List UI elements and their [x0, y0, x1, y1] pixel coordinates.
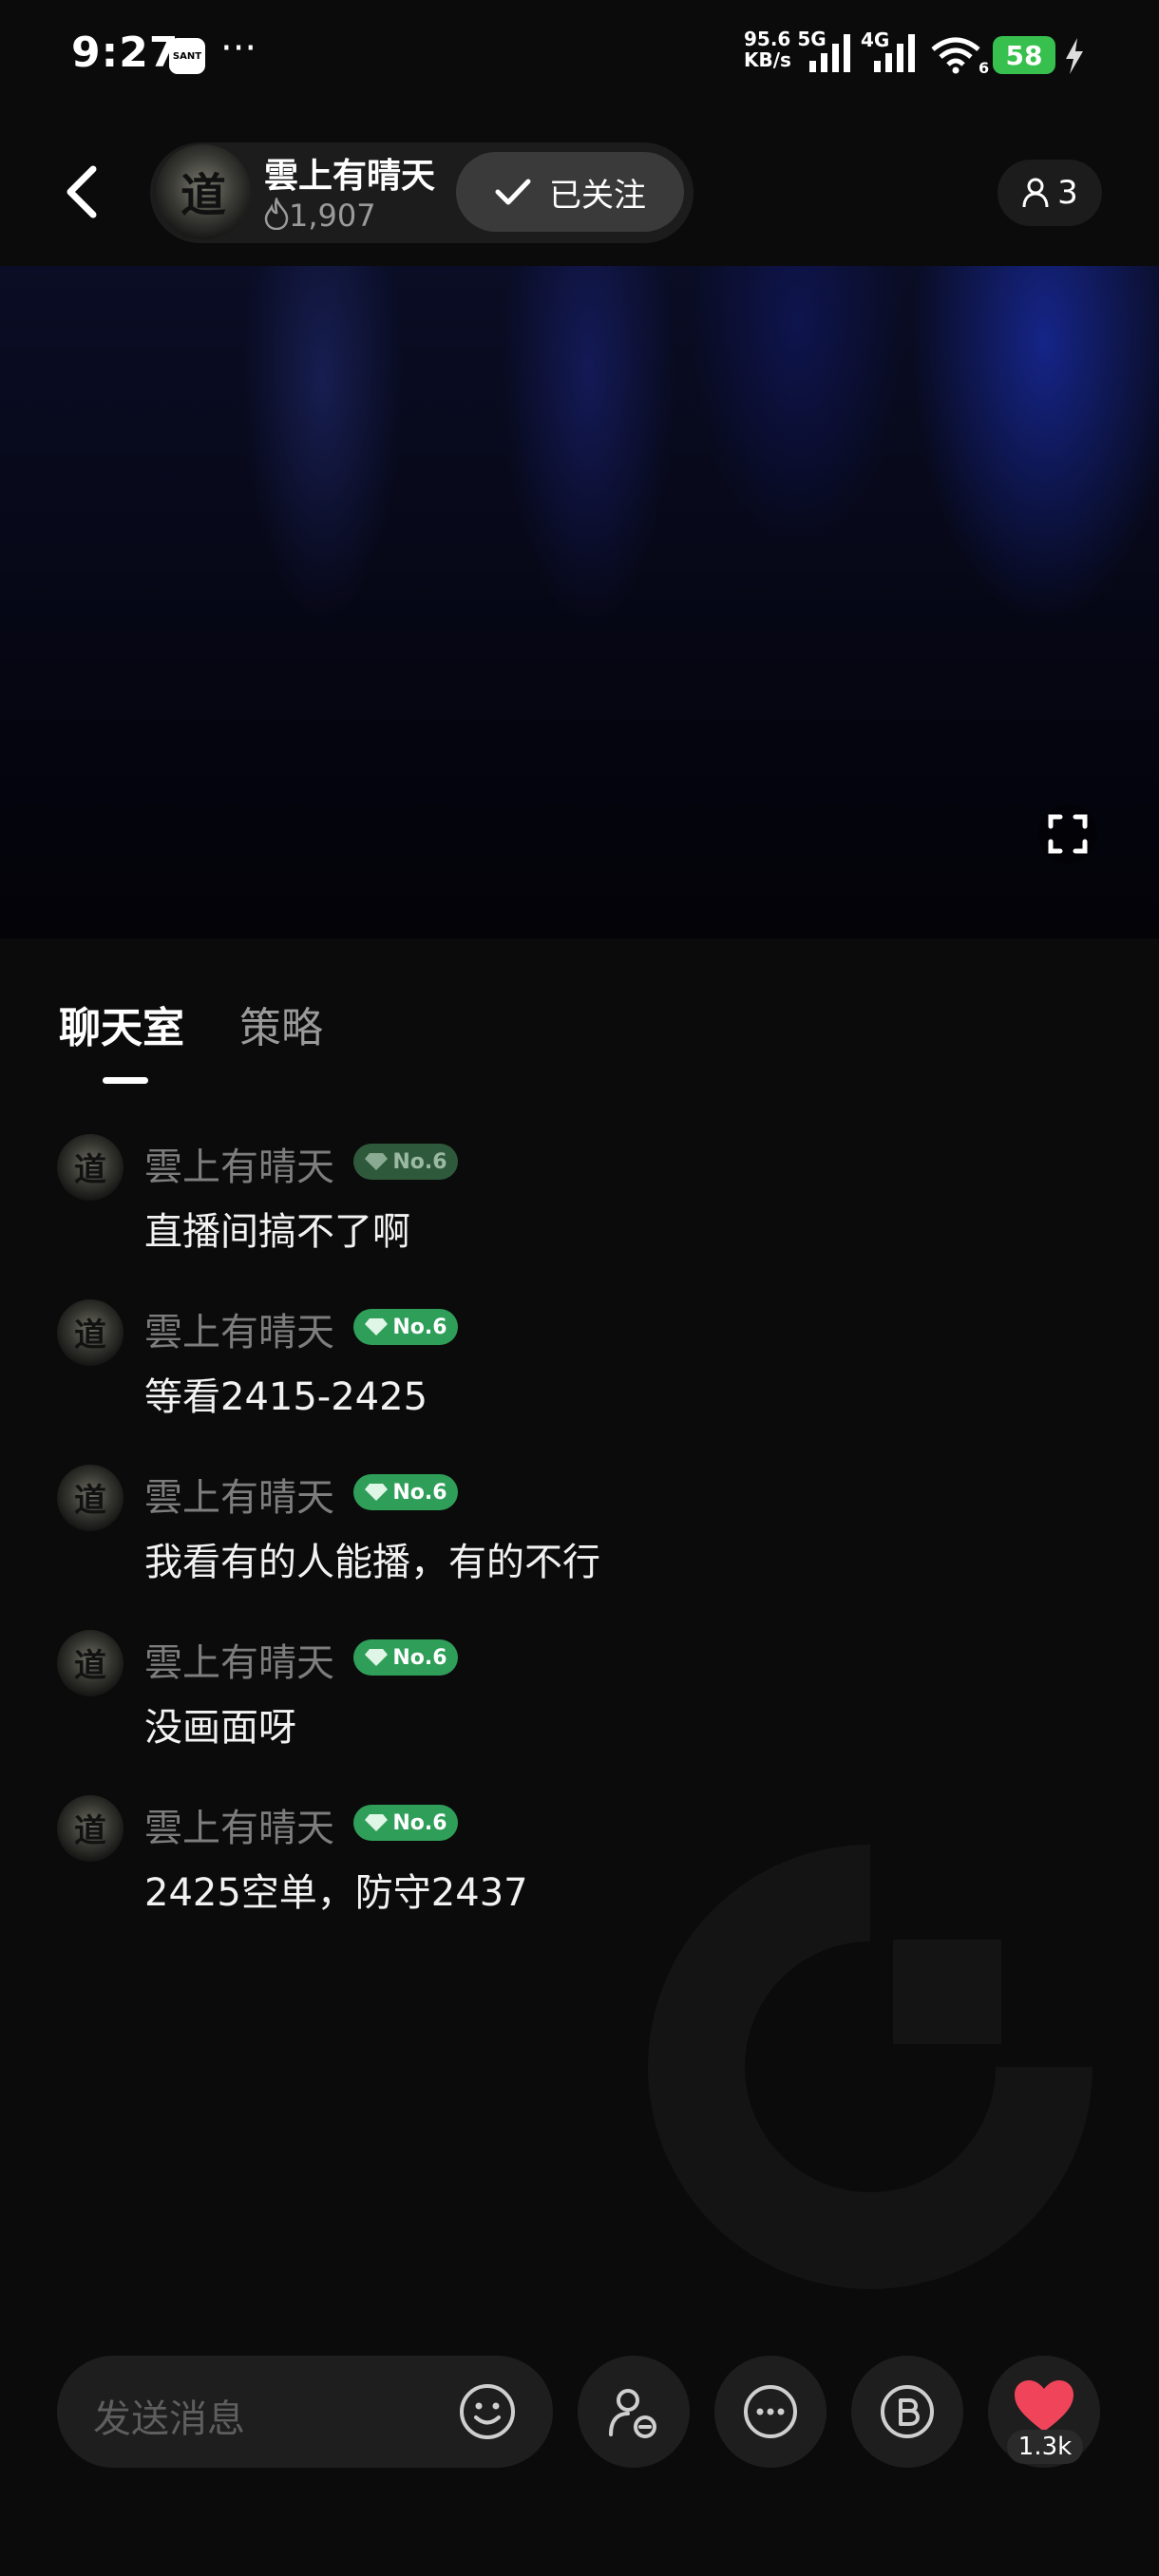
avatar-glyph: 道: [180, 169, 226, 222]
coin-button[interactable]: [851, 2356, 963, 2468]
message-text: 没画面呀: [144, 1706, 296, 1750]
watermark-logo: [648, 1845, 1092, 2289]
tab-chatroom[interactable]: 聊天室: [59, 994, 184, 1054]
more-button[interactable]: [714, 2356, 826, 2468]
message-avatar[interactable]: 道: [57, 1299, 124, 1366]
message-text: 直播间搞不了啊: [144, 1210, 410, 1254]
battery-icon: 58: [993, 36, 1055, 74]
host-name: 雲上有晴天: [264, 157, 436, 196]
level-badge: No.6: [353, 1474, 458, 1510]
level-badge: No.6: [353, 1805, 458, 1841]
heat-value: 1,907: [289, 198, 376, 234]
user-action-button[interactable]: [578, 2356, 690, 2468]
avatar-glyph: 道: [74, 1316, 106, 1354]
like-count: 1.3k: [1007, 2430, 1083, 2464]
net-speed-value: 95.6: [744, 28, 791, 50]
message-username: 雲上有晴天: [144, 1311, 334, 1354]
tab-strategy[interactable]: 策略: [239, 994, 323, 1054]
viewer-count-button[interactable]: 3: [998, 160, 1102, 226]
heart-icon: [1015, 2380, 1074, 2432]
input-placeholder: 发送消息: [93, 2397, 245, 2441]
avatar-glyph: 道: [74, 1812, 106, 1850]
message-avatar[interactable]: 道: [57, 1134, 124, 1201]
message-avatar[interactable]: 道: [57, 1795, 124, 1862]
signal-5g-icon: [809, 34, 850, 72]
message-text: 等看2415-2425: [144, 1375, 428, 1419]
person-minus-icon: [609, 2389, 656, 2438]
host-avatar[interactable]: 道: [156, 144, 251, 239]
video-player[interactable]: [0, 266, 1159, 938]
app-notification-icon: SANT: [169, 38, 205, 74]
more-notifications-icon: ···: [220, 27, 257, 70]
tab-indicator: [103, 1077, 148, 1084]
chat-message: 道 雲上有晴天 No.6 没画面呀: [57, 1626, 912, 1769]
level-label: No.6: [392, 1810, 447, 1835]
wifi-icon: [931, 37, 980, 74]
host-heat: 1,907: [264, 196, 376, 234]
diamond-icon: [365, 1814, 389, 1831]
coin-b-icon: [881, 2385, 934, 2438]
diamond-icon: [365, 1153, 389, 1170]
back-icon[interactable]: [59, 161, 106, 222]
avatar-glyph: 道: [74, 1151, 106, 1189]
message-username: 雲上有晴天: [144, 1641, 334, 1685]
message-text: 我看有的人能播，有的不行: [144, 1541, 600, 1584]
avatar-glyph: 道: [74, 1647, 106, 1685]
level-label: No.6: [392, 1315, 447, 1339]
fire-icon: [264, 196, 289, 231]
message-input[interactable]: 发送消息: [57, 2356, 553, 2468]
message-username: 雲上有晴天: [144, 1146, 334, 1189]
status-bar: 9:27 SANT ··· 95.6 5G KB/s 4G 6 58: [0, 0, 1159, 114]
viewer-count: 3: [1057, 174, 1078, 212]
level-badge: No.6: [353, 1309, 458, 1345]
diamond-icon: [365, 1484, 389, 1501]
avatar-glyph: 道: [74, 1482, 106, 1520]
chat-message: 道 雲上有晴天 No.6 直播间搞不了啊: [57, 1130, 912, 1273]
level-badge: No.6: [353, 1144, 458, 1180]
charging-icon: [1066, 38, 1083, 74]
emoji-icon[interactable]: [458, 2382, 517, 2441]
chat-message: 道 雲上有晴天 No.6 等看2415-2425: [57, 1296, 912, 1438]
message-avatar[interactable]: 道: [57, 1630, 124, 1696]
message-username: 雲上有晴天: [144, 1807, 334, 1850]
level-label: No.6: [392, 1149, 447, 1174]
fullscreen-icon[interactable]: [1037, 804, 1098, 864]
chat-message: 道 雲上有晴天 No.6 我看有的人能播，有的不行: [57, 1461, 912, 1603]
person-icon: [1022, 178, 1049, 208]
wifi-label: 6: [978, 59, 990, 77]
message-username: 雲上有晴天: [144, 1476, 334, 1520]
level-label: No.6: [392, 1480, 447, 1505]
status-time: 9:27: [71, 28, 180, 77]
message-avatar[interactable]: 道: [57, 1465, 124, 1531]
level-badge: No.6: [353, 1639, 458, 1676]
diamond-icon: [365, 1318, 389, 1335]
check-icon: [495, 179, 531, 205]
follow-label: 已关注: [549, 176, 646, 215]
level-label: No.6: [392, 1645, 447, 1670]
diamond-icon: [365, 1649, 389, 1666]
follow-button[interactable]: 已关注: [456, 152, 684, 232]
more-icon: [744, 2385, 797, 2438]
message-text: 2425空单，防守2437: [144, 1871, 528, 1915]
signal-4g-icon: [874, 34, 915, 72]
